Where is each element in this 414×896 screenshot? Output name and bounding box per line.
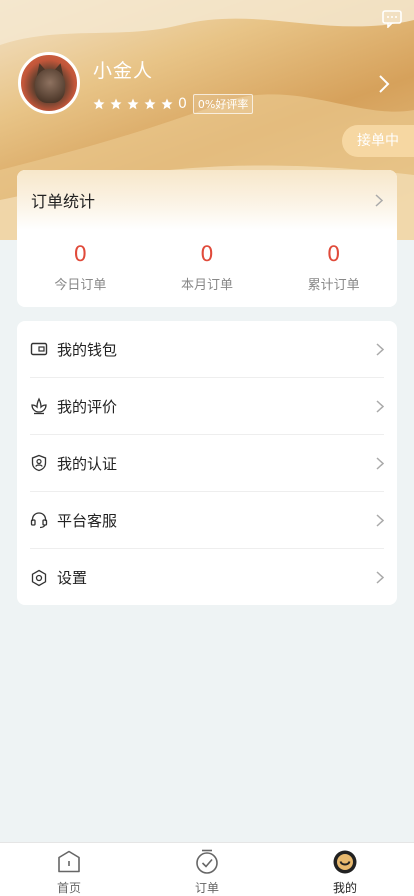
avatar[interactable] <box>18 52 80 114</box>
chevron-right-icon <box>376 513 384 527</box>
message-icon[interactable] <box>382 10 402 28</box>
order-stats-title: 订单统计 <box>31 192 96 211</box>
stat-label: 本月订单 <box>180 278 233 293</box>
chevron-right-icon <box>376 399 384 413</box>
profile-page: 小金人 0 0%好评率 接单中 订单统计 0 今日订单 0 本月订单 0 累计订… <box>0 0 414 896</box>
bottom-nav: 首页 订单 我的 <box>0 842 414 896</box>
stat-label: 累计订单 <box>307 278 360 293</box>
home-icon <box>58 850 80 873</box>
gear-icon <box>31 569 47 586</box>
star-icon <box>93 98 105 110</box>
menu-item-customer-service[interactable]: 平台客服 <box>30 492 384 549</box>
order-check-icon <box>196 849 218 874</box>
menu-item-label: 我的认证 <box>57 454 118 473</box>
nav-tab-label: 首页 <box>56 881 81 895</box>
order-stats-row: 0 今日订单 0 本月订单 0 累计订单 <box>17 230 397 293</box>
stat-total[interactable]: 0 累计订单 <box>279 242 389 293</box>
menu-item-label: 我的钱包 <box>57 340 118 359</box>
chevron-right-icon <box>375 193 383 207</box>
rating-value: 0 <box>178 96 187 112</box>
menu-item-wallet[interactable]: 我的钱包 <box>30 321 384 378</box>
star-icon <box>110 98 122 110</box>
chevron-right-icon[interactable] <box>378 74 390 94</box>
nav-tab-mine[interactable]: 我的 <box>300 843 390 896</box>
menu-item-label: 我的评价 <box>57 397 118 416</box>
stat-value: 0 <box>200 242 214 266</box>
chevron-right-icon <box>376 456 384 470</box>
shield-user-icon <box>31 454 47 472</box>
menu-item-verification[interactable]: 我的认证 <box>30 435 384 492</box>
menu-card: 我的钱包 我的评价 我的认证 平台客服 设置 <box>17 321 397 605</box>
order-stats-header[interactable]: 订单统计 <box>17 170 397 230</box>
stat-value: 0 <box>73 242 88 266</box>
wallet-icon <box>30 342 48 356</box>
rating-stars: 0 0%好评率 <box>93 94 254 114</box>
username: 小金人 <box>93 60 154 82</box>
nav-tab-orders[interactable]: 订单 <box>162 843 252 896</box>
good-rate-badge: 0%好评率 <box>192 94 254 114</box>
menu-item-settings[interactable]: 设置 <box>30 549 384 606</box>
nav-tab-label: 订单 <box>194 881 219 895</box>
order-taking-status-button[interactable]: 接单中 <box>342 125 414 157</box>
flower-icon <box>31 397 47 415</box>
stat-month[interactable]: 0 本月订单 <box>152 242 262 293</box>
profile-icon <box>333 850 357 874</box>
stat-label: 今日订单 <box>54 278 107 293</box>
menu-item-reviews[interactable]: 我的评价 <box>30 378 384 435</box>
menu-item-label: 设置 <box>57 569 88 587</box>
star-icon <box>144 98 156 110</box>
nav-tab-label: 我的 <box>332 881 357 895</box>
stat-today[interactable]: 0 今日订单 <box>25 242 135 293</box>
star-icon <box>161 98 173 110</box>
star-icon <box>127 98 139 110</box>
stat-value: 0 <box>326 242 341 266</box>
menu-item-label: 平台客服 <box>57 511 118 530</box>
nav-tab-home[interactable]: 首页 <box>24 843 114 896</box>
headset-icon <box>30 512 48 529</box>
chevron-right-icon <box>376 571 384 584</box>
chevron-right-icon <box>376 342 384 356</box>
order-stats-card: 订单统计 0 今日订单 0 本月订单 0 累计订单 <box>17 170 397 307</box>
